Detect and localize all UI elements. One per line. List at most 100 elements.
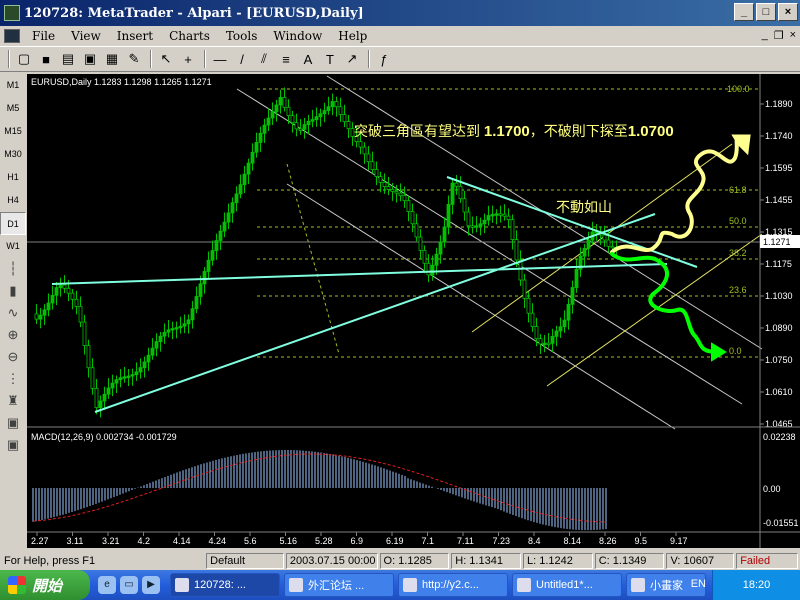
menu-charts[interactable]: Charts — [161, 29, 218, 43]
app-icon[interactable] — [4, 5, 20, 21]
chart-minimize-button[interactable]: _ — [762, 29, 768, 42]
date-label: 5.28 — [315, 536, 333, 546]
ie-icon[interactable]: e — [98, 576, 116, 594]
bearish-arrow-head — [711, 342, 727, 362]
hline-icon[interactable]: — — [210, 49, 230, 69]
candlestick-icon[interactable]: ▮ — [0, 280, 26, 302]
grid-icon[interactable]: ⋮ — [0, 368, 26, 390]
minimize-button[interactable]: _ — [734, 3, 754, 21]
navigator-icon[interactable]: ▣ — [0, 434, 26, 456]
script-icon[interactable]: ƒ — [374, 49, 394, 69]
candle-body — [202, 271, 207, 285]
candle-body — [146, 354, 151, 363]
macd-signal-line — [32, 453, 607, 523]
candle-body — [230, 202, 235, 214]
chart-restore-button[interactable]: ❐ — [774, 29, 784, 42]
properties-icon[interactable]: ▦ — [102, 49, 122, 69]
candle-body — [398, 192, 403, 196]
candle-body — [38, 314, 43, 320]
candle-body — [86, 345, 91, 369]
candle-body — [178, 325, 183, 329]
date-label: 3.11 — [67, 536, 84, 546]
language-indicator[interactable]: EN — [691, 578, 706, 590]
expert-icon[interactable]: ✎ — [124, 49, 144, 69]
candle-body — [206, 259, 211, 272]
fib-label-100: 100.0 — [727, 84, 750, 94]
task-browser[interactable]: http://y2.c... — [398, 573, 508, 597]
menu-view[interactable]: View — [63, 29, 109, 43]
metatrader-window: 120728: MetaTrader - Alpari - [EURUSD,Da… — [0, 0, 800, 600]
candle-body — [530, 312, 535, 327]
zoom-in-icon[interactable]: ⊕ — [0, 324, 26, 346]
crosshair-icon[interactable]: + — [178, 49, 198, 69]
equidistant-channel-icon[interactable]: ⫽ — [254, 49, 274, 69]
title-bar[interactable]: 120728: MetaTrader - Alpari - [EURUSD,Da… — [0, 0, 800, 26]
period-w1[interactable]: W1 — [0, 235, 26, 258]
candle-body — [270, 111, 275, 119]
clock[interactable]: 18:20 — [743, 579, 771, 591]
candle-body — [358, 141, 363, 148]
task-forum[interactable]: 外汇论坛 ... — [284, 573, 394, 597]
period-m1[interactable]: M1 — [0, 74, 26, 97]
fibonacci-icon[interactable]: ≡ — [276, 49, 296, 69]
period-h1[interactable]: H1 — [0, 166, 26, 189]
text-icon[interactable]: A — [298, 49, 318, 69]
period-m5[interactable]: M5 — [0, 97, 26, 120]
media-player-icon[interactable]: ▶ — [142, 576, 160, 594]
connection-status[interactable]: Failed — [736, 553, 798, 569]
candle-body — [546, 342, 551, 346]
candle-body — [150, 347, 155, 356]
price-label: 1.1890 — [765, 99, 793, 109]
candle-body — [166, 329, 171, 333]
period-d1[interactable]: D1 — [0, 212, 26, 235]
print-preview-icon[interactable]: ▣ — [80, 49, 100, 69]
candle-body — [338, 106, 343, 115]
maximize-button[interactable]: □ — [756, 3, 776, 21]
auto-scroll-icon[interactable]: ♜ — [0, 390, 26, 412]
menu-help[interactable]: Help — [330, 29, 375, 43]
task-metatrader[interactable]: 120728: ... — [170, 573, 280, 597]
arrow-icon[interactable]: ↗ — [342, 49, 362, 69]
candle-body — [54, 287, 59, 296]
period-m30[interactable]: M30 — [0, 143, 26, 166]
candle-body — [558, 326, 563, 332]
candle-body — [210, 250, 215, 261]
label-icon[interactable]: T — [320, 49, 340, 69]
date-label: 7.1 — [422, 536, 435, 546]
chart-window-icon[interactable] — [4, 29, 20, 43]
line-chart-icon[interactable]: ∿ — [0, 302, 26, 324]
candle-body — [282, 97, 287, 108]
print-icon[interactable]: ▤ — [58, 49, 78, 69]
cursor-icon[interactable]: ↖ — [156, 49, 176, 69]
candle-body — [566, 303, 571, 321]
candle-body — [266, 117, 271, 126]
price-chart[interactable]: 100.0 61.8 50.0 38.2 23.6 0.0 突破三角區有望达到 … — [27, 74, 800, 548]
candle-body — [78, 306, 83, 323]
period-h4[interactable]: H4 — [0, 189, 26, 212]
candle-body — [34, 313, 39, 320]
menu-tools[interactable]: Tools — [218, 29, 266, 43]
candle-body — [606, 239, 611, 247]
start-label: 開始 — [32, 577, 63, 595]
close-button[interactable]: × — [778, 3, 798, 21]
candle-body — [174, 327, 179, 330]
date-label: 8.4 — [528, 536, 541, 546]
fib-label-236: 23.6 — [729, 285, 747, 295]
save-icon[interactable]: ■ — [36, 49, 56, 69]
trendline-icon[interactable]: / — [232, 49, 252, 69]
zoom-out-icon[interactable]: ⊖ — [0, 346, 26, 368]
start-button[interactable]: 開始 — [0, 570, 90, 600]
status-profile[interactable]: Default — [206, 553, 284, 569]
chart-window-icon[interactable]: ▣ — [0, 412, 26, 434]
menu-insert[interactable]: Insert — [109, 29, 161, 43]
menu-window[interactable]: Window — [265, 29, 330, 43]
menu-file[interactable]: File — [24, 29, 63, 43]
new-chart-icon[interactable]: ▢ — [14, 49, 34, 69]
bar-chart-icon[interactable]: ┆ — [0, 258, 26, 280]
chart-close-button[interactable]: × — [790, 29, 796, 42]
period-m15[interactable]: M15 — [0, 120, 26, 143]
task-label: Untitled1*... — [536, 579, 593, 591]
chart-area[interactable]: 100.0 61.8 50.0 38.2 23.6 0.0 突破三角區有望达到 … — [27, 74, 800, 548]
desktop-icon[interactable]: ▭ — [120, 576, 138, 594]
task-untitled[interactable]: Untitled1*... — [512, 573, 622, 597]
